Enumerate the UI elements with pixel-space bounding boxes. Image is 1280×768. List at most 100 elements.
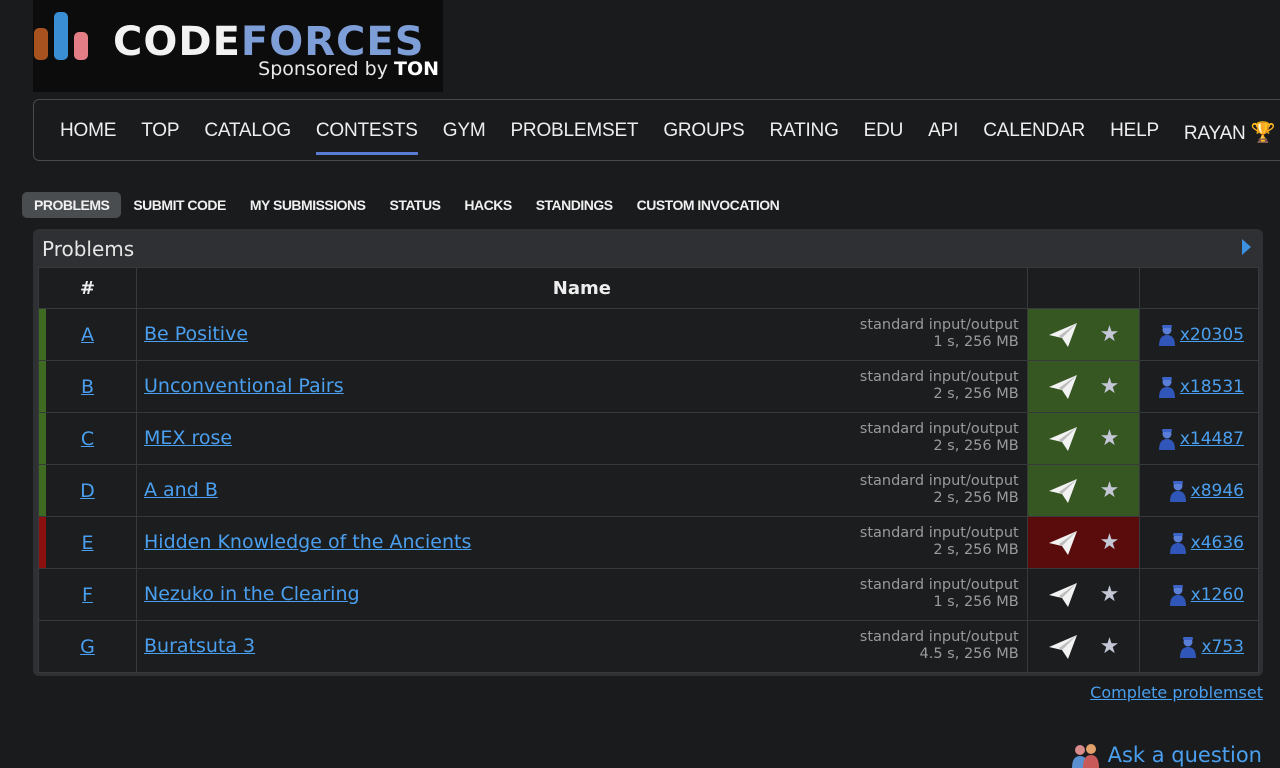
codeforces-logo[interactable]: CODEFORCES Sponsored by TON [33, 0, 443, 92]
submenu-problems[interactable]: PROBLEMS [22, 192, 122, 218]
star-icon[interactable]: ★ [1100, 635, 1120, 658]
menu-item-label: CONTESTS [315, 120, 418, 141]
time-memory-limits: 1 s, 256 MB [933, 594, 1019, 610]
problem-name-link[interactable]: A and B [144, 479, 218, 501]
star-icon[interactable]: ★ [1100, 479, 1120, 502]
problem-index-link[interactable]: F [82, 584, 93, 606]
table-row: E Hidden Knowledge of the Ancients standar… [38, 516, 1259, 569]
logo-code-text: CODE [113, 19, 241, 65]
problem-index-link[interactable]: G [80, 636, 95, 658]
problem-name-cell: MEX rose standard input/output 2 s, 256 MB [136, 412, 1028, 465]
solved-count-link[interactable]: x4636 [1191, 533, 1244, 553]
submit-plane-icon[interactable] [1048, 530, 1078, 556]
star-icon[interactable]: ★ [1100, 375, 1120, 398]
problem-name-link[interactable]: Unconventional Pairs [144, 375, 344, 397]
people-icon [1071, 744, 1099, 768]
solved-count-cell: x8946 [1139, 464, 1259, 517]
menu-item-label: CALENDAR [983, 120, 1086, 141]
menu-item-groups[interactable]: GROUPS [663, 120, 744, 145]
menu-item-help[interactable]: HELP [1110, 120, 1159, 145]
problem-index-link[interactable]: E [81, 532, 93, 554]
problem-name-link[interactable]: Buratsuta 3 [144, 635, 255, 657]
star-icon[interactable]: ★ [1100, 323, 1120, 346]
panel-toggle-arrow-icon[interactable] [1242, 239, 1251, 255]
logo-sponsor: Sponsored by TON [258, 58, 439, 80]
submit-plane-icon[interactable] [1048, 374, 1078, 400]
submenu-status[interactable]: STATUS [378, 192, 453, 218]
problem-name-link[interactable]: Nezuko in the Clearing [144, 583, 360, 605]
problem-index-cell: B [38, 360, 137, 413]
submit-plane-icon[interactable] [1048, 322, 1078, 348]
menu-item-rating[interactable]: RATING [769, 120, 838, 145]
header-name: Name [136, 267, 1028, 309]
menu-item-top[interactable]: TOP [141, 120, 179, 145]
problem-actions-cell: ★ [1026, 412, 1141, 465]
problems-panel: Problems # Name A Be Positive standard inp… [33, 229, 1263, 676]
trophy-icon: 🏆 [1245, 122, 1276, 144]
table-header-row: # Name [38, 267, 1259, 309]
star-icon[interactable]: ★ [1100, 531, 1120, 554]
problem-name-link[interactable]: MEX rose [144, 427, 232, 449]
problem-limits: standard input/output 2 s, 256 MB [860, 369, 1019, 403]
menu-item-calendar[interactable]: CALENDAR [983, 120, 1085, 145]
io-type: standard input/output [859, 421, 1019, 437]
menu-item-contests[interactable]: CONTESTS [315, 120, 418, 155]
time-memory-limits: 2 s, 256 MB [933, 542, 1019, 558]
table-row: F Nezuko in the Clearing standard input/ou… [38, 568, 1259, 621]
submit-plane-icon[interactable] [1048, 478, 1078, 504]
star-icon[interactable]: ★ [1100, 427, 1120, 450]
problem-index-link[interactable]: D [80, 480, 95, 502]
problem-limits: standard input/output 4.5 s, 256 MB [860, 629, 1019, 663]
menu-item-edu[interactable]: EDU [864, 120, 904, 145]
menu-item-catalog[interactable]: CATALOG [204, 120, 291, 145]
problem-name-cell: Be Positive standard input/output 1 s, 256… [136, 308, 1028, 361]
submenu-custom-invocation[interactable]: CUSTOM INVOCATION [625, 192, 792, 218]
menu-item-api[interactable]: API [928, 120, 958, 145]
menu-item-problemset[interactable]: PROBLEMSET [510, 120, 638, 145]
user-icon [1180, 636, 1197, 658]
problem-name-cell: Unconventional Pairs standard input/outpu… [136, 360, 1028, 413]
submit-plane-icon[interactable] [1048, 426, 1078, 452]
problem-index-link[interactable]: C [81, 428, 94, 450]
time-memory-limits: 2 s, 256 MB [933, 386, 1019, 402]
problem-index-link[interactable]: B [81, 376, 94, 398]
submenu-hacks[interactable]: HACKS [452, 192, 523, 218]
submit-plane-icon[interactable] [1048, 582, 1078, 608]
solved-count-link[interactable]: x753 [1201, 637, 1244, 657]
solved-count-link[interactable]: x20305 [1180, 325, 1244, 345]
status-marker [39, 413, 46, 464]
header-actions [1026, 267, 1141, 309]
problem-limits: standard input/output 2 s, 256 MB [860, 473, 1019, 507]
submenu-my-submissions[interactable]: MY SUBMISSIONS [238, 192, 378, 218]
submit-plane-icon[interactable] [1048, 634, 1078, 660]
submenu-standings[interactable]: STANDINGS [524, 192, 625, 218]
problem-index-link[interactable]: A [81, 324, 94, 346]
menu-item-gym[interactable]: GYM [443, 120, 486, 145]
solved-count-link[interactable]: x18531 [1180, 377, 1244, 397]
solved-count-link[interactable]: x1260 [1191, 585, 1244, 605]
problem-limits: standard input/output 2 s, 256 MB [860, 421, 1019, 455]
problem-actions-cell: ★ [1026, 464, 1141, 517]
problem-name-link[interactable]: Hidden Knowledge of the Ancients [144, 531, 471, 553]
time-memory-limits: 2 s, 256 MB [933, 490, 1019, 506]
menu-item-label: HOME [60, 120, 117, 141]
status-marker [39, 309, 46, 360]
complete-problemset-link[interactable]: Complete problemset [1090, 683, 1263, 702]
solved-count-link[interactable]: x8946 [1191, 481, 1244, 501]
table-row: C MEX rose standard input/output 2 s, 256 M… [38, 412, 1259, 465]
io-type: standard input/output [859, 473, 1019, 489]
menu-item-label: GYM [442, 120, 486, 141]
solved-count-cell: x18531 [1139, 360, 1259, 413]
star-icon[interactable]: ★ [1100, 583, 1120, 606]
problem-index-cell: E [38, 516, 137, 569]
submenu-submit-code[interactable]: SUBMIT CODE [121, 192, 238, 218]
solved-count-link[interactable]: x14487 [1180, 429, 1244, 449]
problem-limits: standard input/output 1 s, 256 MB [860, 577, 1019, 611]
menu-item-rayan[interactable]: RAYAN 🏆 [1184, 120, 1276, 145]
problem-index-cell: A [38, 308, 137, 361]
menu-item-label: PROBLEMSET [510, 120, 639, 141]
ask-question[interactable]: Ask a question [1070, 742, 1262, 768]
menu-item-home[interactable]: HOME [60, 120, 116, 145]
main-menu: HOME TOP CATALOG CONTESTS GYM PROBLEMSET GROUP… [33, 99, 1280, 161]
problem-name-link[interactable]: Be Positive [144, 323, 248, 345]
